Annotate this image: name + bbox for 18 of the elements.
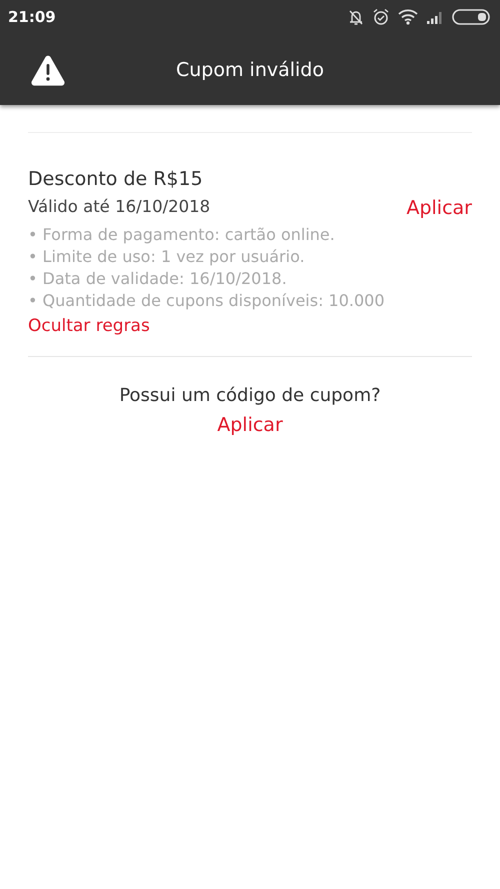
validity-text: Válido até 16/10/2018 — [28, 196, 210, 216]
rule-text: • Quantidade de cupons disponíveis: 10.000 — [28, 291, 386, 310]
apply-link[interactable]: Aplicar — [406, 197, 472, 219]
screen-title: Cupom inválido — [176, 58, 324, 80]
hide-rules-link[interactable]: Ocultar regras — [28, 316, 150, 336]
bell-off-icon — [348, 8, 364, 26]
battery-icon — [452, 9, 490, 25]
apply-code-link[interactable]: Aplicar — [217, 414, 283, 436]
warning-icon — [30, 54, 66, 86]
rule-text: • Data de validade: 16/10/2018. — [28, 269, 288, 288]
wifi-icon — [398, 9, 418, 25]
coupon-code-question: Possui um código de cupom? — [119, 385, 381, 406]
signal-icon — [426, 10, 444, 24]
coupon-title: Desconto de R$15 — [28, 168, 204, 190]
clock: 21:09 — [8, 8, 56, 26]
rule-text: • Limite de uso: 1 vez por usuário. — [28, 247, 306, 266]
alarm-icon — [372, 8, 390, 26]
rule-text: • Forma de pagamento: cartão online. — [28, 225, 336, 244]
